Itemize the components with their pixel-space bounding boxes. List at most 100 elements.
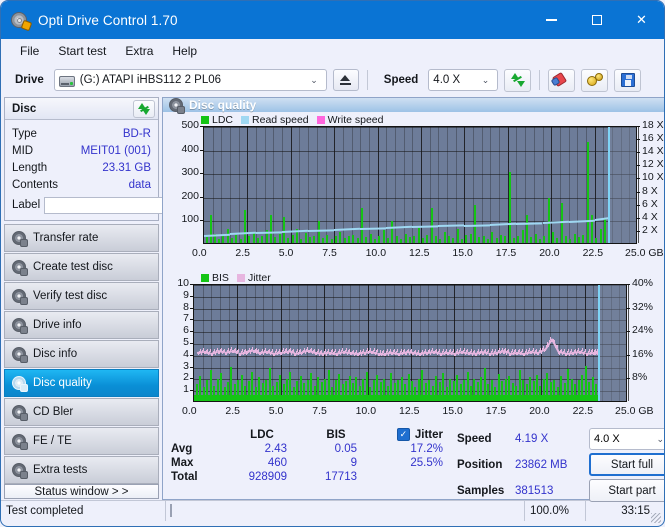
- disc-row-length-value: 23.31 GB: [102, 161, 151, 174]
- grid-line: [369, 127, 370, 243]
- sidebar-item-disc-quality[interactable]: Disc quality: [4, 369, 159, 397]
- grid-line: [437, 285, 438, 401]
- sidebar-nav: Transfer rate Create test disc Verify te…: [4, 224, 159, 484]
- data-point: [557, 345, 559, 349]
- disc-panel-header: Disc: [5, 98, 158, 120]
- data-bar: [587, 141, 589, 243]
- data-bar: [326, 234, 328, 243]
- jitter-checkbox[interactable]: ✓: [396, 428, 410, 441]
- legend-item-bis: BIS: [201, 272, 229, 284]
- gear-icon: [586, 72, 603, 88]
- grid-line-major: [638, 127, 639, 243]
- data-line-segment: [308, 229, 335, 232]
- stats-header-jitter-group: ✓ Jitter: [371, 428, 457, 441]
- eject-button[interactable]: [332, 69, 359, 91]
- start-full-button[interactable]: Start full: [589, 453, 664, 476]
- y-axis-tick-label: 5: [183, 336, 189, 348]
- stats-header-ldc: LDC: [250, 428, 274, 441]
- y-axis-tick: [190, 343, 193, 344]
- close-button[interactable]: ✕: [619, 1, 664, 39]
- speed-select[interactable]: 4.0 X ⌄: [428, 69, 499, 91]
- plot-canvas: [193, 284, 629, 402]
- data-bar: [548, 198, 550, 243]
- data-bar: [235, 234, 237, 243]
- data-bar: [374, 238, 376, 243]
- sidebar-item-transfer-rate[interactable]: Transfer rate: [4, 224, 159, 252]
- refresh-icon: [138, 102, 150, 115]
- start-part-button[interactable]: Start part: [589, 479, 664, 502]
- legend-swatch-bis: [201, 274, 209, 282]
- sidebar-item-create-test-disc[interactable]: Create test disc: [4, 253, 159, 281]
- sidebar-item-cd-bler[interactable]: CD Bler: [4, 398, 159, 426]
- data-line-segment: [490, 222, 517, 227]
- x-axis-tick-label: 12.5: [399, 405, 420, 417]
- grid-line-major: [281, 285, 282, 401]
- data-bar: [292, 235, 294, 243]
- legend-item-ldc: LDC: [201, 114, 233, 126]
- test-speed-select-value: 4.0 X: [594, 433, 620, 445]
- data-bar: [370, 233, 372, 243]
- disc-refresh-button[interactable]: [133, 99, 155, 118]
- data-bar: [543, 235, 545, 243]
- menu-item-start-test[interactable]: Start test: [49, 41, 115, 61]
- sidebar-item-fe-te[interactable]: FE / TE: [4, 427, 159, 455]
- drive-label: Drive: [15, 74, 44, 86]
- maximize-icon: [591, 15, 602, 25]
- y-axis-tick: [190, 378, 193, 380]
- data-bar: [248, 236, 250, 243]
- settings-button[interactable]: [581, 68, 609, 92]
- grid-line: [221, 127, 222, 243]
- data-point: [290, 348, 292, 352]
- drive-select[interactable]: (G:) ATAPI iHBS112 2 PL06 ⌄: [53, 69, 327, 91]
- menu-item-help[interactable]: Help: [163, 41, 206, 61]
- data-bar: [261, 235, 263, 243]
- y2-axis-tick-label: 32%: [632, 300, 654, 313]
- statistics-table: LDC BIS ✓ Jitter Avg 2.43 0.05 17.2% Max…: [163, 428, 453, 502]
- menu-item-extra[interactable]: Extra: [116, 41, 162, 61]
- sidebar-item-extra-tests[interactable]: Extra tests: [4, 456, 159, 484]
- y2-axis-tick-label: 2 X: [642, 223, 658, 236]
- data-bar: [257, 238, 259, 243]
- progress-percent: 100.0%: [524, 500, 586, 521]
- bis-jitter-chart: BIS Jitter 1 2 3 4 5 6 7 8 9 10 8% 16% 24% 32% 40% 0.0 2…: [165, 272, 664, 424]
- grid-line: [299, 127, 300, 243]
- sidebar: Disc Type BD-R MID MEIT01 (001) Length 2…: [4, 97, 247, 500]
- sidebar-item-drive-info[interactable]: Drive info: [4, 311, 159, 339]
- data-bar: [604, 219, 606, 243]
- y2-axis-tick: [637, 139, 640, 141]
- refresh-button[interactable]: [504, 68, 532, 92]
- data-bar: [391, 220, 393, 243]
- maximize-button[interactable]: [574, 1, 619, 39]
- data-point: [546, 344, 548, 348]
- data-bar: [496, 237, 498, 243]
- sidebar-item-verify-test-disc[interactable]: Verify test disc: [4, 282, 159, 310]
- stats-row-max-key: Max: [171, 457, 194, 469]
- data-point: [237, 348, 239, 352]
- test-speed-select[interactable]: 4.0 X ⌄: [589, 428, 664, 450]
- save-button[interactable]: [614, 68, 642, 92]
- erase-disc-button[interactable]: [548, 68, 576, 92]
- disc-bler-icon: [12, 405, 28, 421]
- statistics-area: LDC BIS ✓ Jitter Avg 2.43 0.05 17.2% Max…: [163, 424, 664, 502]
- drive-select-value: (G:) ATAPI iHBS112 2 PL06: [79, 74, 222, 86]
- x-axis-tick-label: 0.0: [182, 405, 197, 417]
- grid-line-major: [551, 127, 552, 243]
- data-bar: [487, 238, 489, 243]
- sidebar-item-label: Create test disc: [33, 261, 113, 273]
- disc-row-type: Type BD-R: [12, 125, 151, 142]
- resize-grip[interactable]: [651, 513, 661, 523]
- grid-line: [333, 285, 334, 401]
- x-axis-tick-label: 2.5: [225, 405, 240, 417]
- data-bar: [526, 214, 528, 243]
- stats-max-jitter: 25.5%: [410, 457, 443, 469]
- minimize-button[interactable]: [529, 1, 574, 39]
- data-bar: [478, 237, 480, 243]
- status-window-button[interactable]: Status window > >: [4, 484, 159, 499]
- legend-item-read-speed: Read speed: [241, 114, 309, 126]
- stats-row-avg-key: Avg: [171, 443, 193, 455]
- data-point: [505, 348, 507, 352]
- grid-line-major: [291, 127, 292, 243]
- sidebar-item-disc-info[interactable]: Disc info: [4, 340, 159, 368]
- sidebar-item-label: Extra tests: [33, 464, 88, 476]
- menu-item-file[interactable]: File: [11, 41, 48, 61]
